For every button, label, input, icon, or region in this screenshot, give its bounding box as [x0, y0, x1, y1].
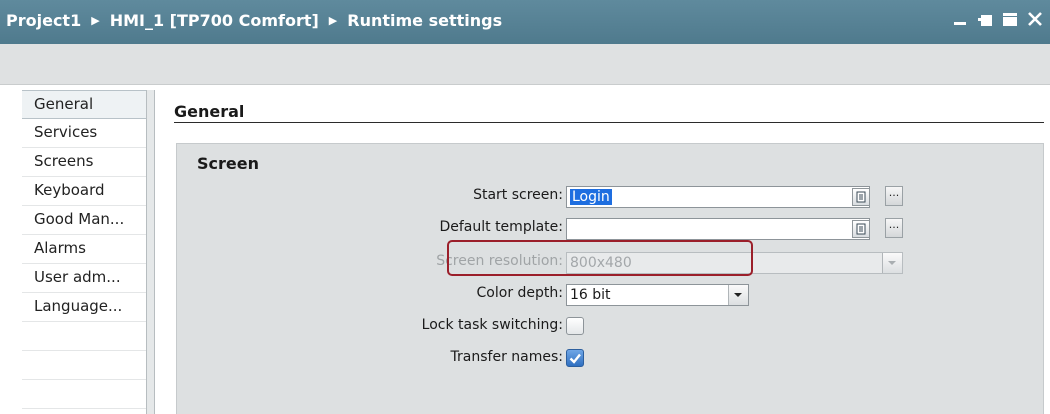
breadcrumb-page: Runtime settings: [347, 11, 503, 30]
nav-item-screens[interactable]: Screens: [22, 148, 146, 177]
default-template-label: Default template:: [439, 219, 563, 235]
nav-empty-row: [22, 322, 146, 351]
chevron-down-icon[interactable]: [728, 285, 748, 305]
nav-empty-row: [22, 351, 146, 380]
nav-empty-row: [22, 380, 146, 409]
main-panel: General Screen Start screen: Login ... D…: [156, 90, 1050, 414]
section-divider: [174, 122, 1044, 123]
nav-item-user-administration[interactable]: User adm...: [22, 264, 146, 293]
transfer-names-label: Transfer names:: [450, 349, 563, 365]
minimize-icon[interactable]: [951, 10, 969, 28]
highlight-frame: [447, 240, 753, 276]
title-bar: Project1 ▶ HMI_1 [TP700 Comfort] ▶ Runti…: [0, 0, 1050, 44]
nav-item-alarms[interactable]: Alarms: [22, 235, 146, 264]
group-title: Screen: [197, 154, 259, 173]
section-title: General: [174, 102, 251, 121]
breadcrumb: Project1 ▶ HMI_1 [TP700 Comfort] ▶ Runti…: [6, 11, 502, 30]
screen-group: Screen Start screen: Login ... Default t…: [176, 143, 1044, 414]
lock-task-switching-label: Lock task switching:: [421, 317, 563, 333]
start-screen-field[interactable]: Login: [566, 186, 870, 208]
nav-item-services[interactable]: Services: [22, 119, 146, 148]
close-icon[interactable]: [1026, 10, 1044, 28]
start-screen-label: Start screen:: [473, 187, 563, 203]
default-template-field[interactable]: [566, 218, 870, 240]
toolbar: [0, 44, 1050, 85]
browse-ellipsis-button[interactable]: ...: [885, 186, 903, 206]
float-icon[interactable]: [976, 10, 994, 28]
nav-item-keyboard[interactable]: Keyboard: [22, 177, 146, 206]
color-depth-value: 16 bit: [570, 287, 611, 303]
start-screen-value: Login: [570, 189, 612, 205]
window-controls: [951, 10, 1044, 28]
settings-nav: General Services Screens Keyboard Good M…: [22, 90, 146, 414]
breadcrumb-device[interactable]: HMI_1 [TP700 Comfort]: [110, 11, 319, 30]
breadcrumb-project[interactable]: Project1: [6, 11, 81, 30]
maximize-icon[interactable]: [1001, 10, 1019, 28]
nav-splitter[interactable]: [146, 90, 155, 414]
color-depth-label: Color depth:: [476, 285, 563, 301]
nav-item-general[interactable]: General: [22, 90, 146, 119]
nav-item-language[interactable]: Language...: [22, 293, 146, 322]
chevron-down-icon: [882, 253, 902, 273]
transfer-names-checkbox[interactable]: [566, 349, 584, 367]
chevron-right-icon: ▶: [328, 14, 338, 27]
color-depth-select[interactable]: 16 bit: [566, 284, 749, 306]
chevron-right-icon: ▶: [91, 14, 100, 27]
list-icon[interactable]: [852, 188, 870, 206]
lock-task-switching-checkbox[interactable]: [566, 317, 584, 335]
nav-item-good-manufacturing[interactable]: Good Man...: [22, 206, 146, 235]
list-icon[interactable]: [852, 220, 870, 238]
browse-ellipsis-button[interactable]: ...: [885, 218, 903, 238]
checkmark-icon: [569, 353, 581, 364]
